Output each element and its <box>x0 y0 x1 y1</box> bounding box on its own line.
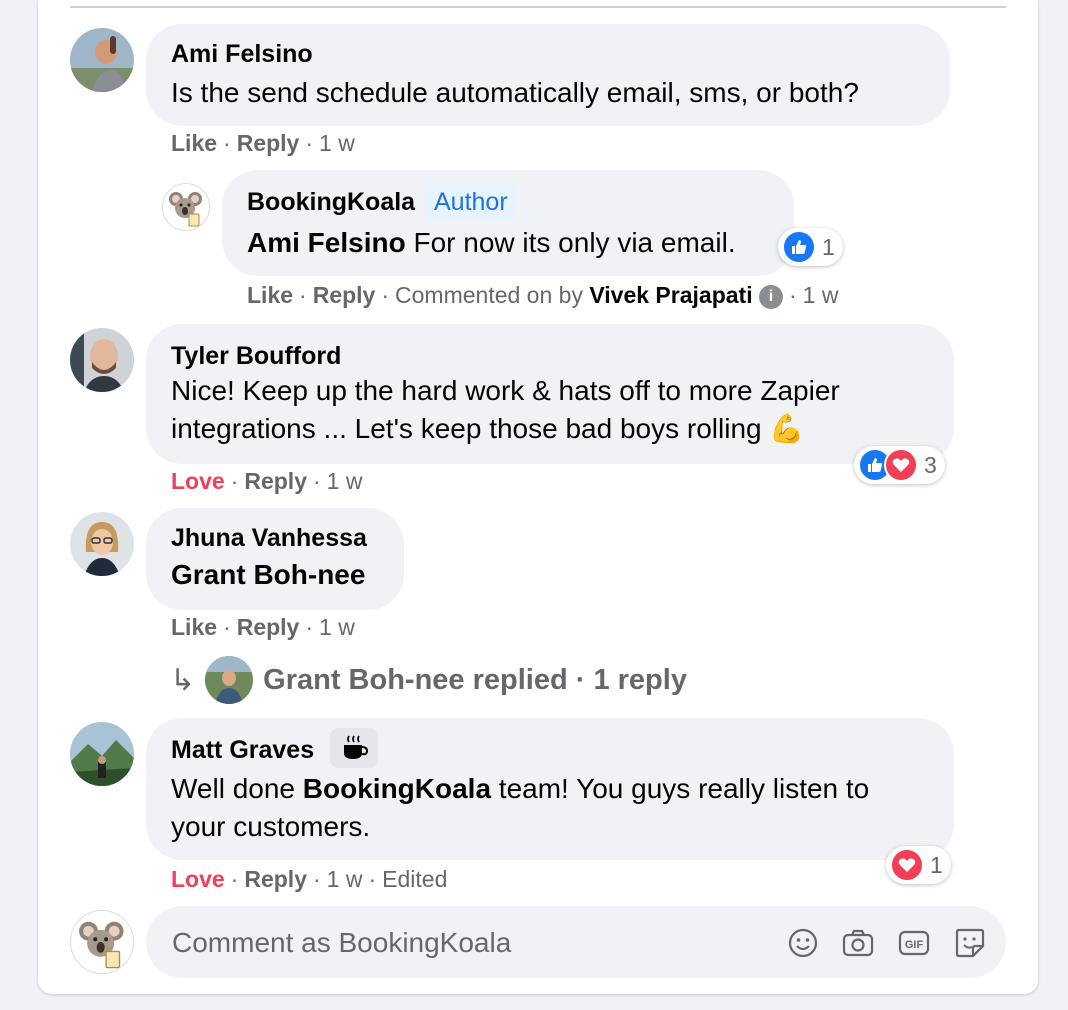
reply-button[interactable]: Reply <box>313 282 376 308</box>
timestamp[interactable]: 1 w <box>327 866 363 892</box>
reaction-summary[interactable]: 1 <box>778 228 843 266</box>
avatar-tyler-boufford[interactable] <box>70 328 134 392</box>
comment-text: Ami Felsino For now its only via email. <box>247 224 736 262</box>
reaction-count: 1 <box>930 851 943 878</box>
reply-arrow-icon: ↳ <box>170 663 196 697</box>
reaction-summary[interactable]: 1 <box>886 846 951 884</box>
love-reaction-icon <box>884 448 918 482</box>
reaction-summary[interactable]: 3 <box>854 446 945 484</box>
coffee-badge-icon[interactable] <box>330 728 378 768</box>
comment-text-line1: Nice! Keep up the hard work & hats off t… <box>171 375 840 406</box>
comment-bubble-tyler-boufford: Tyler Boufford Nice! Keep up the hard wo… <box>146 324 954 464</box>
commented-by-name[interactable]: Vivek Prajapati <box>589 282 752 308</box>
gif-icon[interactable]: GIF <box>897 926 931 960</box>
sticker-icon[interactable] <box>953 926 987 960</box>
avatar-matt-graves[interactable] <box>70 722 134 786</box>
like-button[interactable]: Like <box>171 130 217 156</box>
avatar-grant-boh-nee <box>205 656 254 704</box>
camera-icon[interactable] <box>841 926 875 960</box>
avatar-ami-felsino[interactable] <box>70 28 134 92</box>
timestamp[interactable]: 1 w <box>319 130 355 156</box>
timestamp[interactable]: 1 w <box>803 282 839 308</box>
reply-button[interactable]: Reply <box>237 130 300 156</box>
reaction-count: 3 <box>924 451 937 478</box>
reply-button[interactable]: Reply <box>237 614 300 640</box>
comment-text-line2: integrations ... Let's keep those bad bo… <box>171 413 805 444</box>
author-badge: Author <box>426 184 516 220</box>
avatar-bookingkoala[interactable] <box>162 183 210 231</box>
timestamp[interactable]: 1 w <box>319 614 355 640</box>
comment-body: For now its only via email. <box>405 227 736 258</box>
comment-input[interactable] <box>170 906 754 980</box>
comment-text-part: Well done <box>171 773 303 804</box>
emoji-icon[interactable] <box>786 926 820 960</box>
comment-composer: GIF <box>146 906 1006 980</box>
reply-button[interactable]: Reply <box>244 468 307 494</box>
comment-actions: Love · Reply · 1 w <box>171 468 363 494</box>
svg-text:GIF: GIF <box>905 939 924 951</box>
timestamp[interactable]: 1 w <box>327 468 363 494</box>
comment-bubble-jhuna-vanhessa: Jhuna Vanhessa Grant Boh-nee <box>146 508 404 610</box>
divider <box>70 6 1006 8</box>
comment-author[interactable]: Ami Felsino <box>171 40 313 69</box>
love-button[interactable]: Love <box>171 866 225 892</box>
comment-author[interactable]: BookingKoala <box>247 188 415 217</box>
mention-bookingkoala[interactable]: BookingKoala <box>303 773 491 804</box>
comment-author[interactable]: Tyler Boufford <box>171 342 341 371</box>
comment-actions: Like · Reply · 1 w <box>171 130 355 156</box>
love-button[interactable]: Love <box>171 468 225 494</box>
avatar-jhuna-vanhessa[interactable] <box>70 512 134 576</box>
replies-label[interactable]: Grant Boh-nee replied · 1 reply <box>263 664 687 697</box>
info-icon[interactable]: i <box>758 285 783 309</box>
like-reaction-icon <box>782 230 816 264</box>
comment-bubble-matt-graves: Matt Graves Well done BookingKoala team!… <box>146 718 954 860</box>
mention-ami-felsino[interactable]: Ami Felsino <box>247 227 406 258</box>
comment-actions: Like · Reply · Commented on by Vivek Prajapa… <box>247 282 839 309</box>
reaction-count: 1 <box>822 233 835 260</box>
love-reaction-icon <box>890 848 924 882</box>
comment-bubble-ami-felsino: Ami Felsino Is the send schedule automat… <box>146 24 950 126</box>
view-replies-link[interactable]: ↳ Grant Boh-nee replied · 1 reply <box>170 656 687 704</box>
reply-button[interactable]: Reply <box>244 866 307 892</box>
like-button[interactable]: Like <box>247 282 293 308</box>
edited-label[interactable]: Edited <box>382 866 447 892</box>
composer-avatar-bookingkoala <box>70 910 134 974</box>
comment-text-line1: Well done BookingKoala team! You guys re… <box>171 770 869 808</box>
comment-text-line2: your customers. <box>171 811 371 842</box>
commented-on-by-label: Commented on by <box>395 282 583 308</box>
mention-grant-boh-nee[interactable]: Grant Boh-nee <box>171 556 365 594</box>
comment-text-part: team! You guys really listen to <box>491 773 870 804</box>
comment-text: Is the send schedule automatically email… <box>171 77 859 108</box>
like-button[interactable]: Like <box>171 614 217 640</box>
comment-author[interactable]: Jhuna Vanhessa <box>171 524 367 553</box>
comment-author[interactable]: Matt Graves <box>171 736 314 765</box>
comment-actions: Love · Reply · 1 w · Edited <box>171 866 448 892</box>
comment-actions: Like · Reply · 1 w <box>171 614 355 640</box>
